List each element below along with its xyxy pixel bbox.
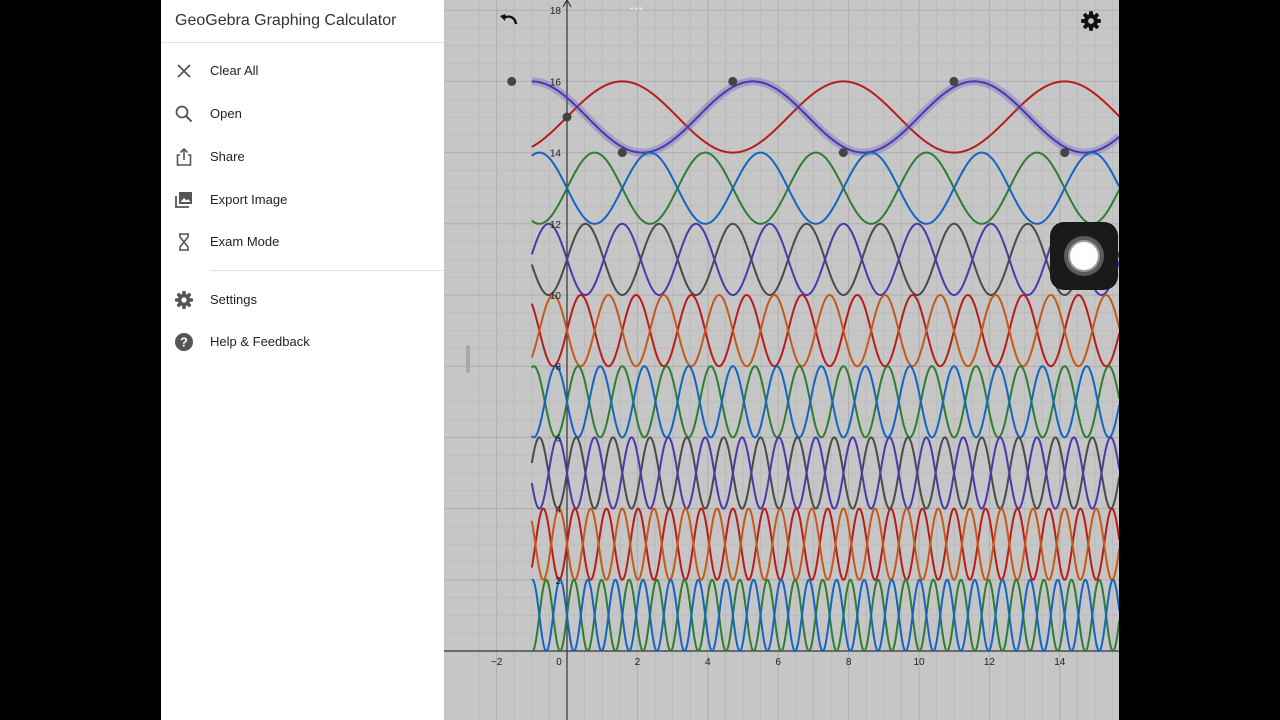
x-tick-label: 10 <box>913 657 925 668</box>
menu-item-label: Settings <box>210 292 257 307</box>
menu-item-help-feedback[interactable]: ? Help & Feedback <box>161 322 444 362</box>
graph-point[interactable] <box>728 76 738 86</box>
x-tick-label: 12 <box>984 657 996 668</box>
menu-item-open[interactable]: Open <box>161 94 444 134</box>
menu-item-share[interactable]: Share <box>161 137 444 177</box>
menu-item-label: Share <box>210 149 245 164</box>
graph-point[interactable] <box>949 76 959 86</box>
drag-handle[interactable]: ••• <box>630 4 644 15</box>
menu-item-exam-mode[interactable]: Exam Mode <box>161 222 444 262</box>
graph-point[interactable] <box>507 76 517 86</box>
menu-item-label: Help & Feedback <box>210 334 310 349</box>
menu-item-label: Export Image <box>210 192 288 207</box>
menu-item-export-image[interactable]: Export Image <box>161 180 444 220</box>
share-icon <box>174 147 194 167</box>
x-tick-label: 8 <box>846 657 852 668</box>
graph-point[interactable] <box>1060 148 1070 158</box>
graph-canvas[interactable]: −2 0 2 4 6 8 10 12 14 18 16 14 12 10 8 6 4 2 <box>444 0 1119 720</box>
hourglass-icon <box>174 232 194 252</box>
x-tick-label: −2 <box>491 657 503 668</box>
y-tick-label: 6 <box>555 433 561 444</box>
close-icon <box>174 61 194 81</box>
undo-icon <box>500 14 518 25</box>
menu-item-clear-all[interactable]: Clear All <box>161 51 444 91</box>
menu-item-label: Clear All <box>210 63 259 78</box>
graphics-view[interactable]: −2 0 2 4 6 8 10 12 14 18 16 14 12 10 8 6 4 2 ••• <box>444 0 1119 720</box>
y-tick-label: 18 <box>550 6 562 17</box>
help-icon: ? <box>174 332 194 352</box>
svg-text:?: ? <box>180 335 188 350</box>
gear-icon <box>174 290 194 310</box>
x-tick-label: 2 <box>635 657 641 668</box>
image-icon <box>174 190 194 210</box>
gear-icon <box>1081 11 1101 31</box>
y-tick-label: 16 <box>550 77 562 88</box>
menu-item-settings[interactable]: Settings <box>161 280 444 320</box>
header-divider <box>161 42 444 43</box>
assistive-touch-button[interactable] <box>1050 222 1118 290</box>
menu-divider <box>210 270 444 271</box>
assistive-touch-core <box>1070 242 1098 270</box>
x-tick-label: 4 <box>705 657 711 668</box>
graph-point[interactable] <box>562 112 572 122</box>
panel-resize-handle[interactable] <box>466 345 470 373</box>
graph-point[interactable] <box>617 148 627 158</box>
graphics-settings-button[interactable] <box>1080 10 1102 32</box>
x-tick-label: 6 <box>775 657 781 668</box>
undo-button[interactable] <box>496 10 520 34</box>
menu-item-label: Exam Mode <box>210 234 280 249</box>
search-icon <box>174 104 194 124</box>
app-title: GeoGebra Graphing Calculator <box>175 12 397 29</box>
app-window: GeoGebra Graphing Calculator Clear All O… <box>161 0 1119 720</box>
y-tick-label: 2 <box>555 576 561 587</box>
y-tick-label: 4 <box>555 505 561 516</box>
y-tick-label: 8 <box>555 362 561 373</box>
graph-point[interactable] <box>838 148 848 158</box>
menu-item-label: Open <box>210 106 242 121</box>
y-tick-label: 14 <box>550 149 562 160</box>
x-tick-label: 0 <box>556 657 562 668</box>
y-tick-label: 12 <box>550 220 562 231</box>
y-tick-label: 10 <box>550 291 562 302</box>
main-menu-drawer: GeoGebra Graphing Calculator Clear All O… <box>161 0 444 720</box>
x-tick-label: 14 <box>1054 657 1066 668</box>
